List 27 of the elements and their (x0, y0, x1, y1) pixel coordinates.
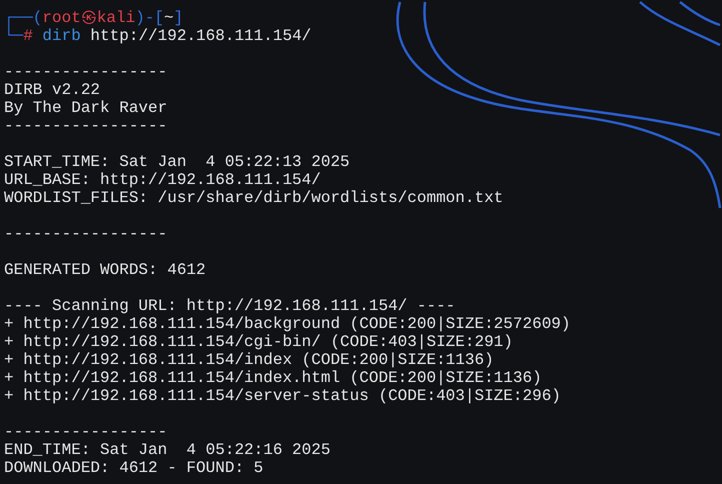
output-line: START_TIME: Sat Jan 4 05:22:13 2025 (4, 153, 350, 171)
output-line: + http://192.168.111.154/server-status (CODE:403|SIZE:296) (4, 387, 561, 405)
output-line: GENERATED WORDS: 4612 (4, 261, 206, 279)
output-line: DOWNLOADED: 4612 - FOUND: 5 (4, 459, 264, 477)
output-line: + http://192.168.111.154/cgi-bin/ (CODE:403|SIZE:291) (4, 333, 513, 351)
prompt-text: ~ (164, 9, 174, 27)
prompt-text: http://192.168.111.154/ (89, 27, 312, 45)
output-line: ----------------- (4, 63, 168, 81)
output-line: By The Dark Raver (4, 99, 168, 117)
output-line: ---- Scanning URL: http://192.168.111.154/ ---- (4, 297, 456, 315)
prompt-text: ┌──( (4, 9, 42, 27)
output-line: + http://192.168.111.154/background (CODE:200|SIZE:2572609) (4, 315, 570, 333)
output-line: + http://192.168.111.154/index (CODE:200|SIZE:1136) (4, 351, 494, 369)
output-line: ----------------- (4, 423, 168, 441)
prompt-text: )-[ (135, 9, 164, 27)
output-line: + http://192.168.111.154/index.html (CODE:200|SIZE:1136) (4, 369, 542, 387)
prompt-text: # (23, 27, 33, 45)
prompt-text: ] (174, 9, 184, 27)
output-line: DIRB v2.22 (4, 81, 100, 99)
output-line: URL_BASE: http://192.168.111.154/ (4, 171, 321, 189)
output-line: END_TIME: Sat Jan 4 05:22:16 2025 (4, 441, 330, 459)
output-line: ----------------- (4, 225, 168, 243)
output-line: ----------------- (4, 117, 168, 135)
prompt-text: └─ (4, 27, 24, 45)
output-line: WORDLIST_FILES: /usr/share/dirb/wordlists/common.txt (4, 189, 504, 207)
prompt-text: dirb (41, 27, 81, 45)
prompt-text: root㉿kali (42, 9, 136, 27)
